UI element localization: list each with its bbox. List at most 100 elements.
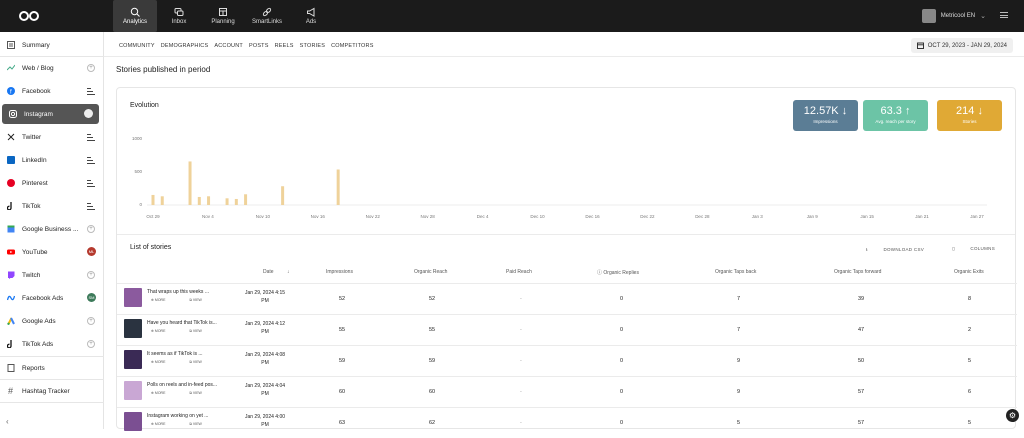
view-label: VIEW <box>192 391 202 395</box>
add-icon[interactable]: + <box>87 271 95 279</box>
table-row[interactable]: Polls on reels and in-feed pos... ⊕ MORE ⧉… <box>117 376 1017 407</box>
menu-icon[interactable] <box>1000 12 1008 18</box>
col-organic-taps-forward[interactable]: Organic Taps forward <box>834 269 881 275</box>
x-tick-label: Dec 10 <box>530 214 545 219</box>
kpi-avg-reach[interactable]: 63.3 ↑ Avg. reach per story <box>863 100 928 131</box>
more-button[interactable]: ⊕ MORE <box>151 391 177 395</box>
chart-bar[interactable] <box>197 196 201 205</box>
list-icon[interactable] <box>87 157 95 164</box>
facebook-ads-icon <box>6 294 15 303</box>
sidebar-item-linkedin[interactable]: LinkedIn <box>0 150 104 170</box>
sidebar-item-twitch[interactable]: Twitch + <box>0 265 104 285</box>
add-icon[interactable]: + <box>87 317 95 325</box>
sidebar-item-twitter[interactable]: Twitter <box>0 127 104 147</box>
kpi-impressions[interactable]: 12.57K ↓ Impressions <box>793 100 858 131</box>
view-label: VIEW <box>192 360 202 364</box>
tab-stories[interactable]: STORIES <box>300 43 325 49</box>
sidebar-item-facebook[interactable]: f Facebook <box>0 81 104 101</box>
table-row[interactable]: Instagram working on yet ... ⊕ MORE ⧉ VIEW… <box>117 407 1017 438</box>
add-icon[interactable]: + <box>87 64 95 72</box>
view-button[interactable]: ⧉ VIEW <box>189 422 213 426</box>
sidebar-item-tiktok-ads[interactable]: TikTok Ads + <box>0 334 104 354</box>
sidebar-item-facebook-ads[interactable]: Facebook Ads SM <box>0 288 104 308</box>
story-thumbnail[interactable] <box>124 412 142 431</box>
story-thumbnail[interactable] <box>124 350 142 369</box>
sidebar-item-youtube[interactable]: YouTube ML <box>0 242 104 262</box>
tab-competitors[interactable]: COMPETITORS <box>331 43 373 49</box>
tab-posts[interactable]: POSTS <box>249 43 269 49</box>
sidebar-item-tiktok[interactable]: TikTok <box>0 196 104 216</box>
col-organic-reach[interactable]: Organic Reach <box>414 269 447 275</box>
chart-bar[interactable] <box>336 169 340 205</box>
account-switcher[interactable]: Metricool EN ⌄ <box>921 9 986 23</box>
list-icon[interactable] <box>87 134 95 141</box>
col-organic-replies[interactable]: ⓘ Organic Replies <box>597 269 639 276</box>
chart-bar[interactable] <box>160 196 164 205</box>
cell-organic-reach: 52 <box>429 296 436 302</box>
download-csv-button[interactable]: ⭳ DOWNLOAD CSV <box>852 246 924 254</box>
kpi-stories[interactable]: 214 ↓ Stories <box>937 100 1002 131</box>
chart-bar[interactable] <box>151 194 155 205</box>
youtube-account-badge[interactable]: ML <box>87 247 96 256</box>
sidebar-item-pinterest[interactable]: Pinterest <box>0 173 104 193</box>
col-impressions[interactable]: Impressions <box>326 269 353 275</box>
sidebar-item-reports[interactable]: Reports <box>0 358 104 378</box>
sort-desc-icon[interactable]: ↓ <box>287 269 290 275</box>
sidebar-item-google-ads[interactable]: Google Ads + <box>0 311 104 331</box>
chart-bar[interactable] <box>234 198 238 205</box>
tab-community[interactable]: COMMUNITY <box>119 43 155 49</box>
col-date[interactable]: Date ↓ <box>263 269 289 275</box>
nav-analytics[interactable]: Analytics <box>113 0 157 32</box>
nav-inbox[interactable]: Inbox <box>157 0 201 32</box>
add-icon[interactable]: + <box>87 340 95 348</box>
cell-impressions: 59 <box>339 358 346 364</box>
list-icon[interactable] <box>87 180 95 187</box>
view-button[interactable]: ⧉ VIEW <box>189 298 213 302</box>
view-button[interactable]: ⧉ VIEW <box>189 329 213 333</box>
collapse-sidebar-icon[interactable]: ‹ <box>6 417 9 426</box>
col-organic-taps-back[interactable]: Organic Taps back <box>715 269 756 275</box>
add-icon[interactable]: + <box>87 225 95 233</box>
chart-bar[interactable] <box>207 196 211 205</box>
inbox-icon <box>174 8 184 16</box>
story-thumbnail[interactable] <box>124 288 142 307</box>
settings-gear-icon[interactable]: ⚙ <box>1006 409 1019 422</box>
tab-account[interactable]: ACCOUNT <box>214 43 243 49</box>
metricool-logo[interactable] <box>18 10 40 22</box>
more-button[interactable]: ⊕ MORE <box>151 329 177 333</box>
view-button[interactable]: ⧉ VIEW <box>189 360 213 364</box>
list-icon[interactable] <box>87 203 95 210</box>
tab-demographics[interactable]: DEMOGRAPHICS <box>161 43 209 49</box>
more-button[interactable]: ⊕ MORE <box>151 360 177 364</box>
col-paid-reach[interactable]: Paid Reach <box>506 269 532 275</box>
story-thumbnail[interactable] <box>124 319 142 338</box>
chart-bar[interactable] <box>281 186 285 205</box>
nav-ads[interactable]: Ads <box>289 0 333 32</box>
facebook-ads-account-badge[interactable]: SM <box>87 293 96 302</box>
more-button[interactable]: ⊕ MORE <box>151 422 177 426</box>
section-divider <box>117 234 1015 235</box>
sidebar-item-instagram[interactable]: Instagram <box>2 104 99 124</box>
nav-planning[interactable]: Planning <box>201 0 245 32</box>
table-row[interactable]: Have you heard that TikTok is... ⊕ MORE ⧉ … <box>117 314 1017 345</box>
tab-reels[interactable]: REELS <box>275 43 294 49</box>
cell-organic-reach: 55 <box>429 327 436 333</box>
view-button[interactable]: ⧉ VIEW <box>189 391 213 395</box>
columns-button[interactable]: ▯ COLUMNS <box>938 246 995 254</box>
chart-bar[interactable] <box>188 161 192 205</box>
nav-smartlinks[interactable]: SmartLinks <box>245 0 289 32</box>
chart-bar[interactable] <box>225 198 229 205</box>
account-avatar-icon[interactable] <box>84 109 93 118</box>
story-thumbnail[interactable] <box>124 381 142 400</box>
sidebar-item-google-business[interactable]: Google Business ... + <box>0 219 104 239</box>
sidebar-item-summary[interactable]: Summary <box>0 35 104 55</box>
sidebar-item-hashtag-tracker[interactable]: # Hashtag Tracker <box>0 381 104 401</box>
col-organic-exits[interactable]: Organic Exits <box>954 269 984 275</box>
table-row[interactable]: It seems as if TikTok is ... ⊕ MORE ⧉ VIEW… <box>117 345 1017 376</box>
table-row[interactable]: That wraps up this weeks ... ⊕ MORE ⧉ VIEW… <box>117 283 1017 314</box>
sidebar-item-web-blog[interactable]: Web / Blog + <box>0 58 104 78</box>
chart-bar[interactable] <box>244 194 248 205</box>
date-range-picker[interactable]: OCT 29, 2023 - JAN 29, 2024 <box>910 38 1013 53</box>
list-icon[interactable] <box>87 88 95 95</box>
more-button[interactable]: ⊕ MORE <box>151 298 177 302</box>
